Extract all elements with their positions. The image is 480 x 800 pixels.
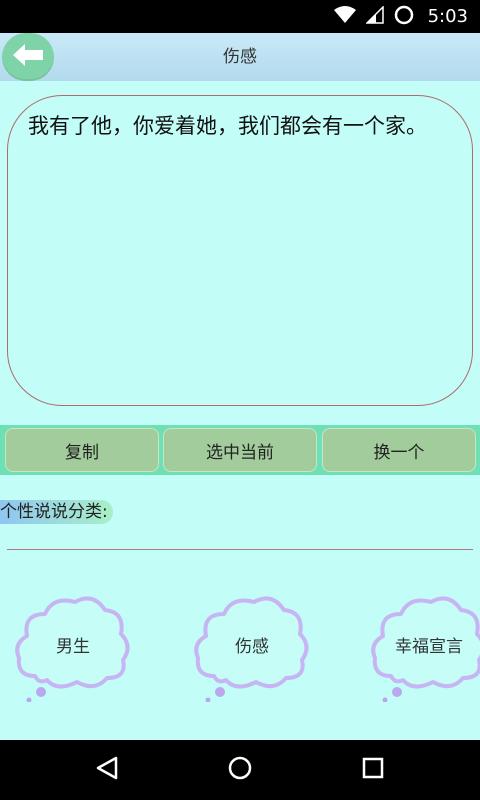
category-section-label: 个性说说分类:	[0, 500, 113, 524]
app-bar: 伤感	[0, 33, 480, 81]
alarm-icon	[394, 5, 414, 29]
back-triangle-icon	[94, 755, 120, 785]
category-item-sad[interactable]: 伤感	[192, 592, 312, 702]
quote-text: 我有了他，你爱着她，我们都会有一个家。	[28, 114, 427, 138]
recents-square-icon	[360, 755, 386, 785]
category-label: 伤感	[235, 637, 269, 657]
select-current-button[interactable]: 选中当前	[163, 428, 317, 472]
signal-icon	[364, 4, 384, 28]
divider	[7, 549, 473, 550]
category-label: 男生	[56, 637, 90, 657]
category-item-boys[interactable]: 男生	[13, 592, 133, 702]
system-nav-bar	[0, 740, 480, 800]
category-label: 幸福宣言	[395, 637, 463, 657]
next-quote-button[interactable]: 换一个	[322, 428, 476, 472]
status-bar: 5:03	[0, 0, 480, 33]
copy-button[interactable]: 复制	[5, 428, 159, 472]
status-time: 5:03	[427, 6, 468, 27]
status-icons: 5:03	[333, 0, 468, 33]
nav-back-button[interactable]	[92, 755, 122, 785]
wifi-icon	[333, 5, 356, 28]
nav-home-button[interactable]	[225, 755, 255, 785]
page-title: 伤感	[223, 47, 257, 67]
category-item-happiness[interactable]: 幸福宣言	[369, 592, 480, 702]
home-circle-icon	[227, 755, 253, 785]
nav-recents-button[interactable]	[358, 755, 388, 785]
quote-card: 我有了他，你爱着她，我们都会有一个家。	[7, 95, 473, 406]
action-bar: 复制 选中当前 换一个	[0, 425, 480, 475]
